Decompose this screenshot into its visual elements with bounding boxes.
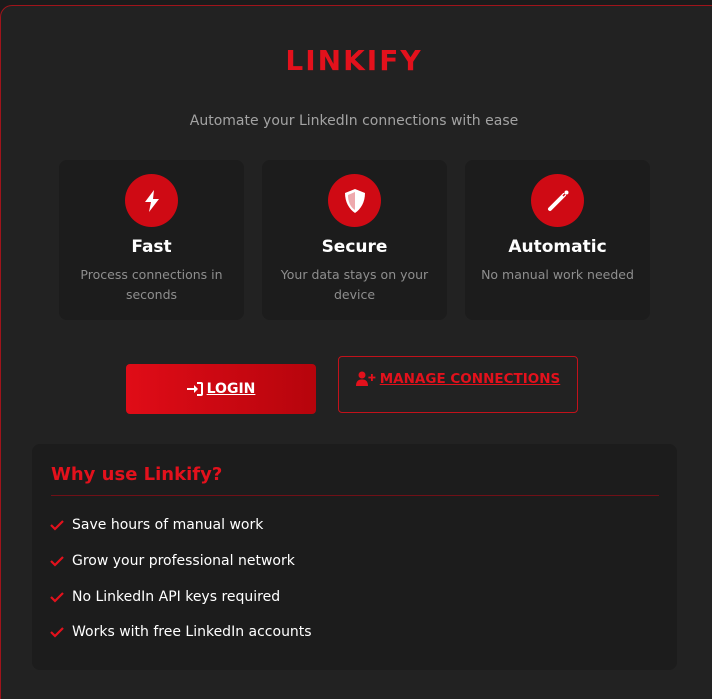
feature-title: Fast (131, 237, 172, 257)
manage-connections-label: MANAGE CONNECTIONS (379, 371, 561, 387)
check-icon (50, 555, 64, 567)
feature-card-fast: Fast Process connections in seconds (59, 160, 244, 320)
sign-in-icon (186, 382, 203, 396)
feature-title: Secure (321, 237, 388, 257)
login-button[interactable]: LOGIN (126, 364, 316, 414)
user-plus-icon (355, 371, 376, 386)
why-title: Why use Linkify? (51, 464, 223, 485)
page: LINKIFY Automate your LinkedIn connectio… (0, 0, 712, 699)
magic-wand-icon (531, 174, 584, 227)
tagline: Automate your LinkedIn connections with … (189, 113, 519, 129)
list-item: Save hours of manual work (50, 517, 263, 533)
feature-title: Automatic (508, 237, 607, 257)
list-item: No LinkedIn API keys required (50, 589, 280, 605)
list-item-text: Grow your professional network (72, 553, 295, 569)
app-logo: LINKIFY (285, 44, 423, 77)
feature-card-automatic: Automatic No manual work needed (465, 160, 650, 320)
feature-description: Process connections in seconds (80, 267, 223, 302)
list-item: Works with free LinkedIn accounts (50, 624, 312, 640)
lightning-bolt-icon (125, 174, 178, 227)
feature-card-secure: Secure Your data stays on your device (262, 160, 447, 320)
divider (51, 495, 659, 496)
login-label: LOGIN (206, 381, 256, 397)
manage-connections-button[interactable]: MANAGE CONNECTIONS (338, 356, 578, 413)
check-icon (50, 519, 64, 531)
feature-description: Your data stays on your device (280, 267, 429, 302)
why-section: Why use Linkify? Save hours of manual wo… (32, 444, 677, 670)
check-icon (50, 626, 64, 638)
shield-icon (328, 174, 381, 227)
list-item: Grow your professional network (50, 553, 295, 569)
list-item-text: Works with free LinkedIn accounts (72, 624, 312, 640)
list-item-text: Save hours of manual work (72, 517, 264, 533)
check-icon (50, 591, 64, 603)
feature-description: No manual work needed (481, 267, 634, 282)
list-item-text: No LinkedIn API keys required (72, 589, 281, 605)
